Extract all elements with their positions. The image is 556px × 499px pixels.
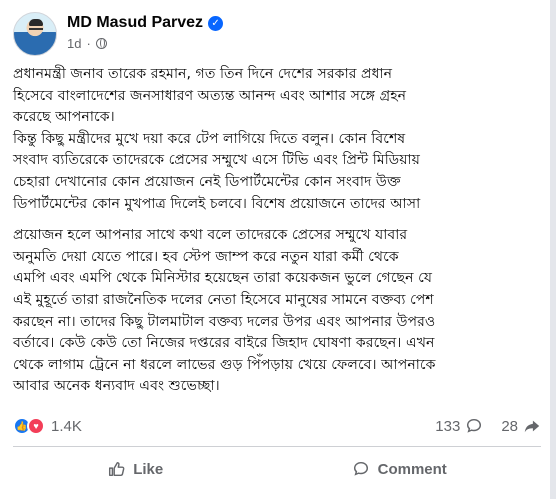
- post-stats: 👍 ♥ 1.4K 133 28: [13, 414, 541, 438]
- comment-button-label: Comment: [377, 460, 447, 478]
- comment-count-label: 133: [435, 417, 461, 435]
- comment-button[interactable]: Comment: [322, 454, 477, 484]
- love-reaction-icon: ♥: [27, 417, 45, 435]
- post-header: MD Masud Parvez ✓ 1d ·: [13, 12, 224, 60]
- avatar[interactable]: [13, 12, 57, 56]
- share-count-label: 28: [501, 417, 518, 435]
- post-paragraph-2: প্রয়োজন হলে আপনার সাথে কথা বলে তাদেরকে …: [13, 227, 436, 395]
- post-card: MD Masud Parvez ✓ 1d · প্রধানমন্ত্রী জনা…: [0, 0, 556, 499]
- divider: [13, 446, 541, 447]
- post-time[interactable]: 1d: [67, 36, 81, 51]
- share-count[interactable]: 28: [501, 417, 541, 435]
- separator-dot: ·: [86, 36, 91, 51]
- reaction-summary[interactable]: 👍 ♥ 1.4K: [13, 417, 82, 435]
- like-button-label: Like: [133, 460, 164, 478]
- action-bar: Like Comment: [13, 450, 541, 488]
- globe-icon: [95, 38, 107, 49]
- like-button[interactable]: Like: [77, 454, 193, 484]
- reaction-count: 1.4K: [51, 417, 82, 435]
- thumbs-up-icon: [109, 461, 125, 477]
- post-body: প্রধানমন্ত্রী জনাব তারেক রহমান, গত তিন দ…: [13, 64, 543, 398]
- comment-icon: [467, 418, 482, 433]
- verified-badge-icon: ✓: [208, 15, 224, 31]
- post-paragraph-1: প্রধানমন্ত্রী জনাব তারেক রহমান, গত তিন দ…: [13, 66, 421, 212]
- comment-count[interactable]: 133: [435, 417, 483, 435]
- author-name[interactable]: MD Masud Parvez: [67, 14, 203, 32]
- speech-bubble-icon: [353, 461, 368, 476]
- share-icon: [524, 420, 540, 433]
- author-meta: MD Masud Parvez ✓ 1d ·: [67, 14, 224, 51]
